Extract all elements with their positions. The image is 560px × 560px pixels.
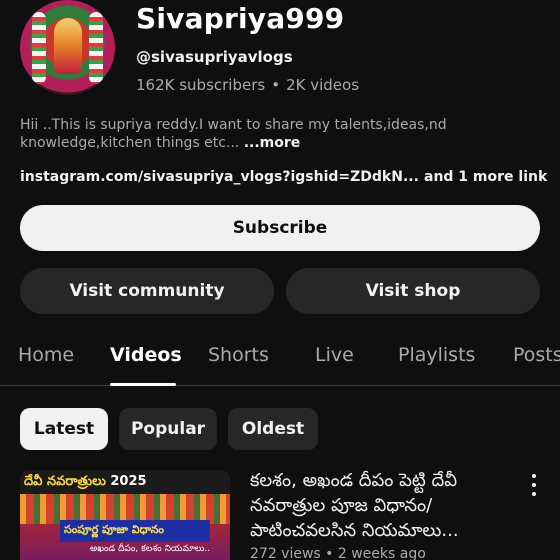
visit-shop-button[interactable]: Visit shop [286, 268, 540, 314]
more-link[interactable]: ...more [244, 135, 301, 151]
thumbnail-banner: దేవీ నవరాత్రులు 2025 [20, 470, 230, 494]
instagram-link[interactable]: instagram.com/sivasupriya_vlogs?igshid=Z… [20, 169, 419, 185]
video-count: 2K videos [286, 76, 360, 94]
description-text: Hii ..This is supriya reddy.I want to sh… [20, 117, 447, 151]
tab-live[interactable]: Live [315, 344, 354, 366]
tab-shorts[interactable]: Shorts [208, 344, 269, 366]
thumbnail-subtitle: అఖండ దీపం, కలశం నియమాలు.. [90, 544, 211, 554]
thumbnail-strip: సంపూర్ణ పూజా విధానం [60, 520, 210, 542]
video-meta: 272 views • 2 weeks ago [250, 546, 426, 560]
tab-playlists[interactable]: Playlists [398, 344, 475, 366]
subscribe-button[interactable]: Subscribe [20, 205, 540, 251]
thumbnail-banner-text: దేవీ నవరాత్రులు [24, 474, 106, 489]
channel-stats: 162K subscribers • 2K videos [136, 76, 359, 94]
garland-left [32, 12, 46, 84]
subscriber-count: 162K subscribers [136, 76, 266, 94]
video-title[interactable]: కలశం, అఖండ దీపం పెట్టి దేవీ నవరాత్రుల పూ… [250, 468, 520, 543]
active-tab-indicator [110, 383, 176, 386]
channel-avatar[interactable] [20, 0, 115, 95]
chip-latest[interactable]: Latest [20, 408, 108, 450]
tab-posts[interactable]: Posts [513, 344, 560, 366]
channel-name: Sivapriya999 [136, 2, 345, 35]
more-links-link[interactable]: and 1 more link [424, 169, 547, 185]
channel-handle: @sivasupriyavlogs [136, 48, 293, 66]
channel-description[interactable]: Hii ..This is supriya reddy.I want to sh… [20, 116, 520, 152]
tab-videos[interactable]: Videos [110, 344, 182, 366]
garland-right [89, 12, 103, 84]
channel-links: instagram.com/sivasupriya_vlogs?igshid=Z… [20, 169, 547, 185]
thumbnail-year: 2025 [110, 474, 147, 489]
channel-tabs: Home Videos Shorts Live Playlists Posts [0, 336, 560, 386]
tab-home[interactable]: Home [18, 344, 74, 366]
visit-community-button[interactable]: Visit community [20, 268, 274, 314]
chip-oldest[interactable]: Oldest [228, 408, 318, 450]
chip-popular[interactable]: Popular [119, 408, 217, 450]
stats-separator: • [271, 76, 281, 94]
more-options-icon[interactable] [528, 474, 540, 496]
video-thumbnail[interactable]: దేవీ నవరాత్రులు 2025 సంపూర్ణ పూజా విధానం… [20, 470, 230, 560]
deity-figure [54, 18, 82, 74]
